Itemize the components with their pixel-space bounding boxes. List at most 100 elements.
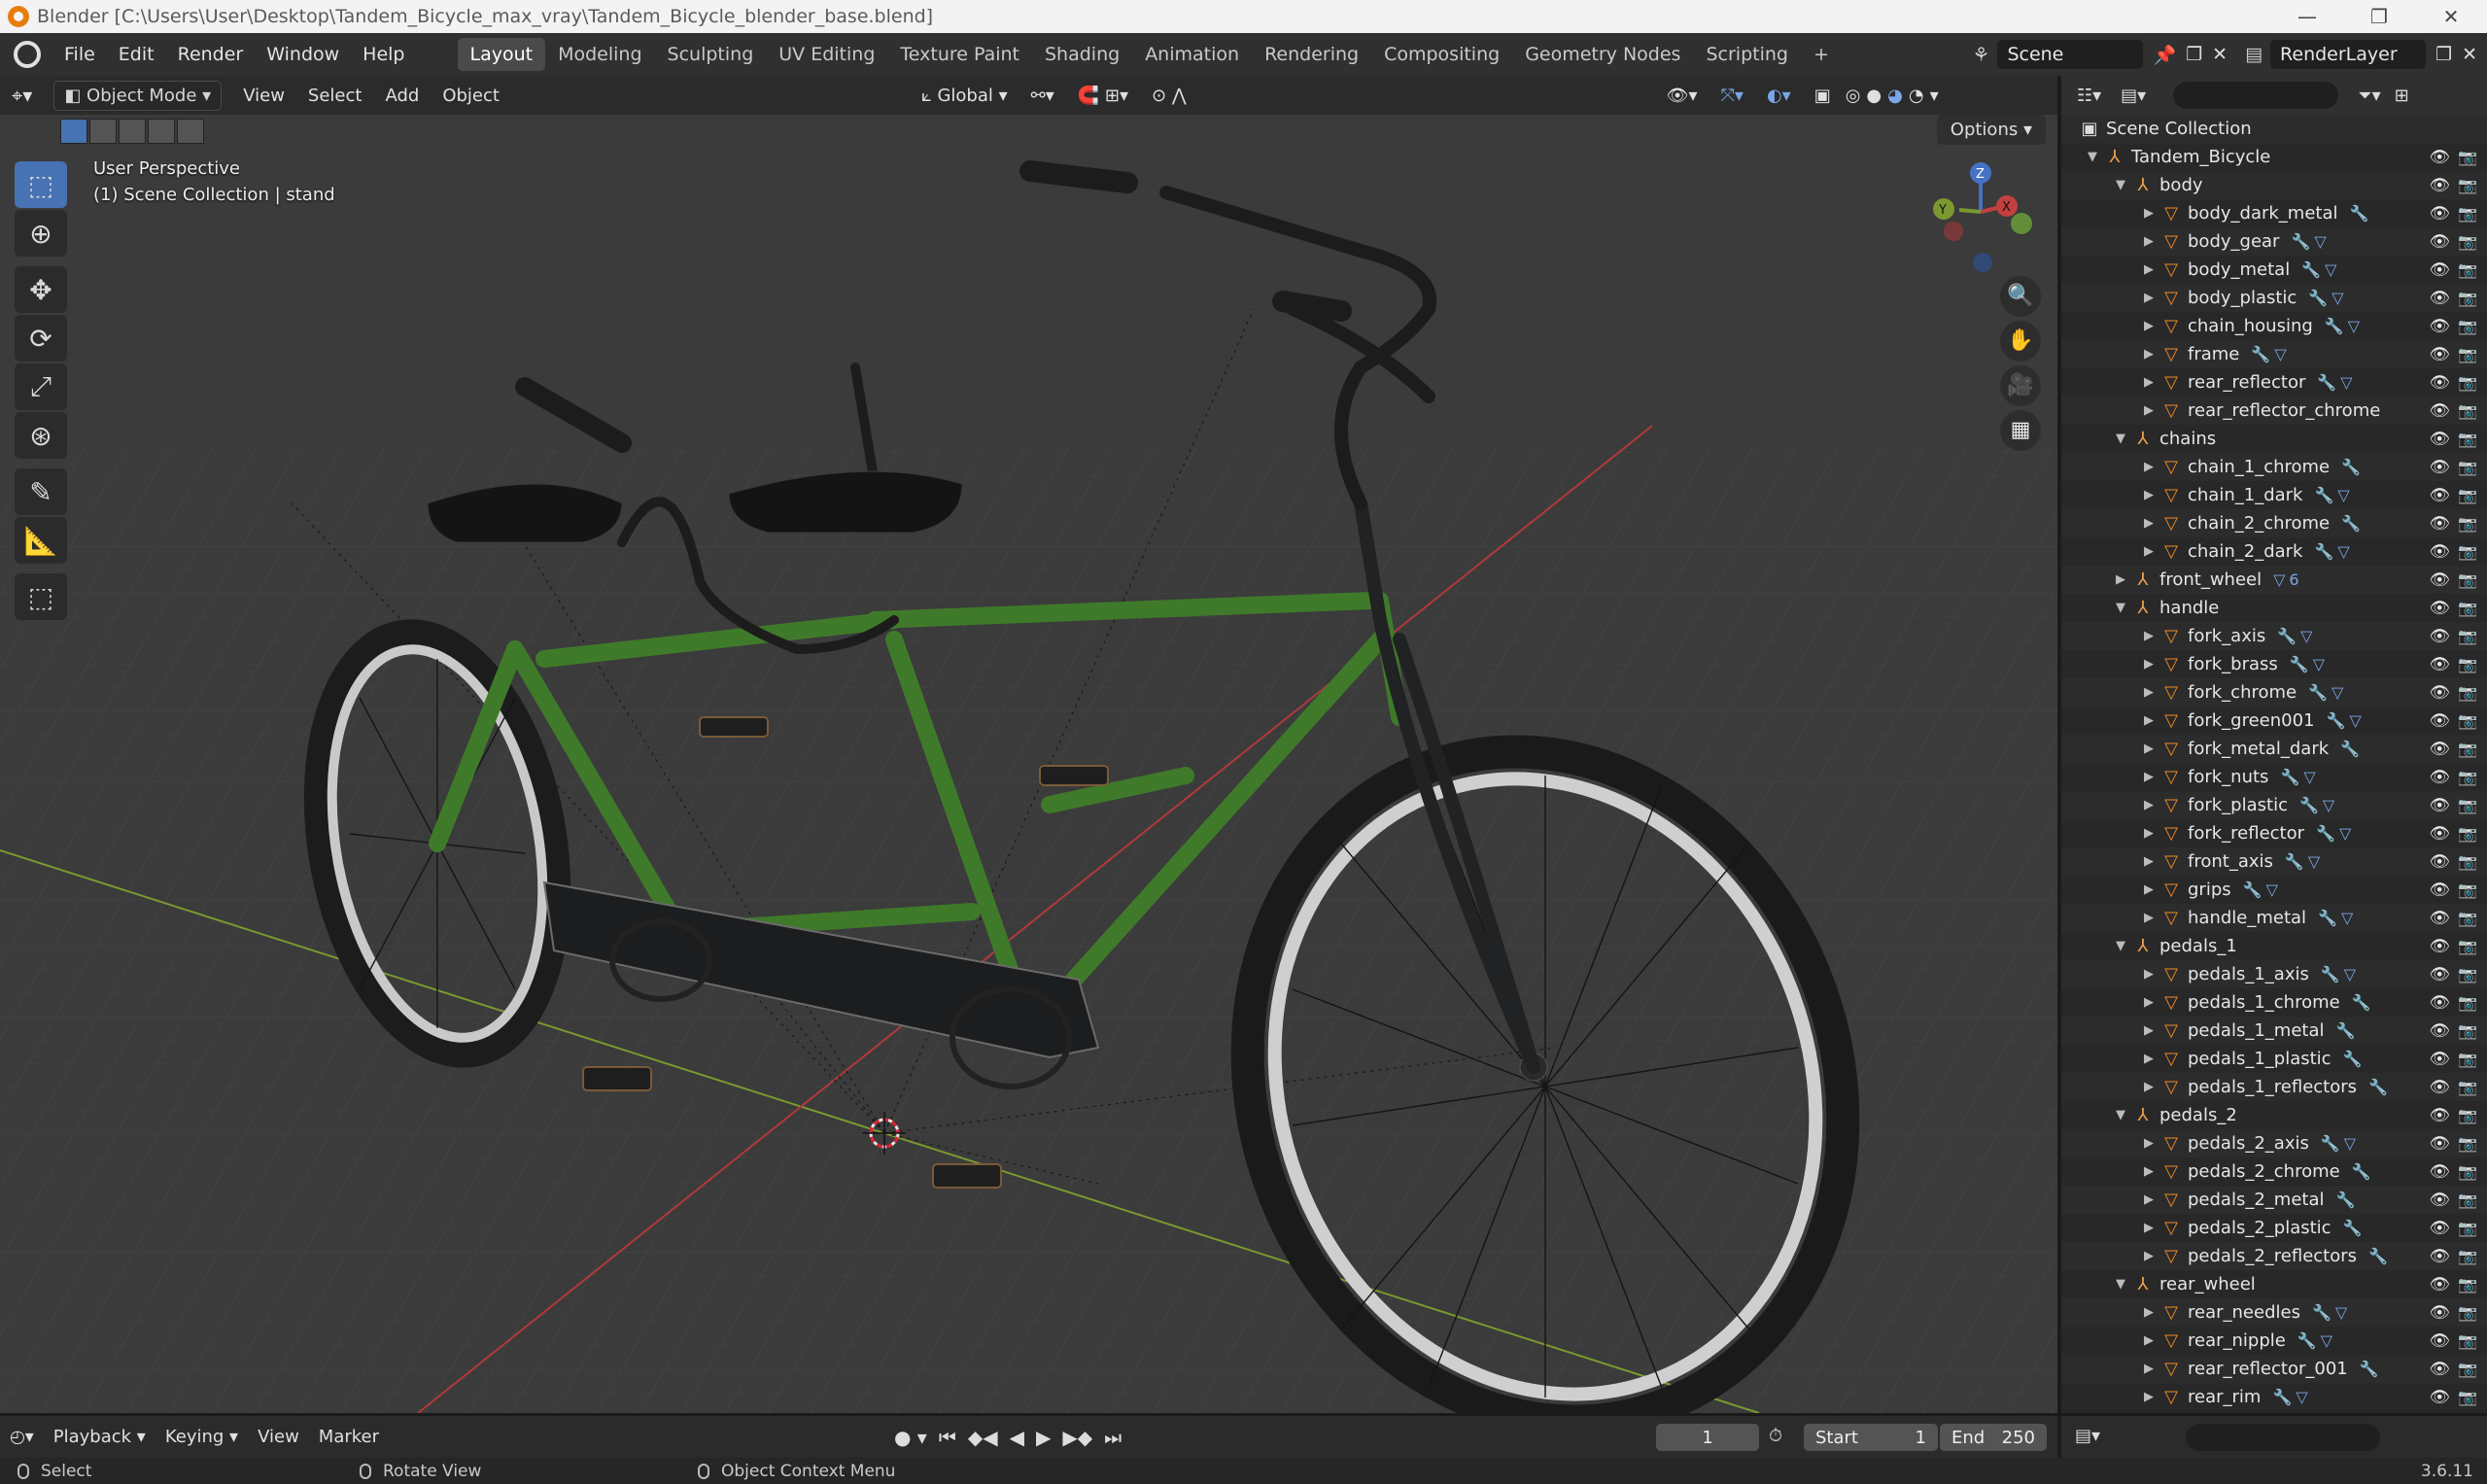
visibility-eye-icon[interactable]: 👁 bbox=[2429, 683, 2450, 703]
tab-animation[interactable]: Animation bbox=[1132, 38, 1252, 71]
render-camera-icon[interactable]: 📷 bbox=[2458, 232, 2477, 251]
render-camera-icon[interactable]: 📷 bbox=[2458, 993, 2477, 1012]
modifier-icons[interactable]: 🔧▽ bbox=[2318, 909, 2357, 927]
menu-add[interactable]: Add bbox=[373, 86, 431, 106]
render-camera-icon[interactable]: 📷 bbox=[2458, 514, 2477, 533]
visibility-eye-icon[interactable]: 👁 bbox=[2429, 937, 2450, 956]
pan-hand-icon[interactable]: ✋ bbox=[2000, 321, 2041, 362]
visibility-eye-icon[interactable]: 👁 bbox=[2429, 1275, 2450, 1294]
visibility-eye-icon[interactable]: 👁 bbox=[2429, 176, 2450, 195]
tab-scripting[interactable]: Scripting bbox=[1693, 38, 1801, 71]
visibility-eye-icon[interactable]: 👁 bbox=[2429, 740, 2450, 759]
visibility-eye-icon[interactable]: 👁 bbox=[2429, 204, 2450, 224]
zoom-icon[interactable]: 🔍 bbox=[2000, 276, 2041, 317]
modifier-icons[interactable]: 🔧 bbox=[2368, 1247, 2392, 1265]
outliner-row[interactable]: ▶ ▽ rear_reflector_001 🔧 👁 📷 bbox=[2061, 1355, 2487, 1383]
visibility-eye-icon[interactable]: 👁 bbox=[2429, 345, 2450, 364]
render-camera-icon[interactable]: 📷 bbox=[2458, 599, 2477, 617]
tab-compositing[interactable]: Compositing bbox=[1371, 38, 1512, 71]
modifier-icons[interactable]: 🔧 bbox=[2343, 1219, 2366, 1237]
visibility-eye-icon[interactable]: 👁 bbox=[2429, 430, 2450, 449]
modifier-icons[interactable]: 🔧 bbox=[2341, 514, 2365, 533]
modifier-icons[interactable]: 🔧 bbox=[2335, 1191, 2359, 1209]
modifier-icons[interactable]: 🔧▽ bbox=[2290, 655, 2329, 673]
expand-toggle-icon[interactable]: ▶ bbox=[2141, 375, 2157, 390]
expand-toggle-icon[interactable]: ▶ bbox=[2141, 1080, 2157, 1094]
modifier-icons[interactable]: 🔧▽ bbox=[2285, 852, 2324, 871]
proportional-edit-icon[interactable]: ⊙ ⋀ bbox=[1140, 86, 1198, 106]
transform-orientation-dropdown[interactable]: ⟀ Global ▾ bbox=[910, 86, 1019, 106]
expand-toggle-icon[interactable]: ▼ bbox=[2113, 601, 2128, 615]
expand-toggle-icon[interactable]: ▶ bbox=[2141, 460, 2157, 474]
render-camera-icon[interactable]: 📷 bbox=[2458, 1078, 2477, 1096]
render-camera-icon[interactable]: 📷 bbox=[2458, 768, 2477, 786]
shading-options-icon[interactable]: ▾ bbox=[1927, 86, 1942, 106]
properties-editor-icon[interactable]: ▤▾ bbox=[2075, 1426, 2100, 1446]
current-frame-field[interactable]: 1 bbox=[1656, 1424, 1759, 1451]
render-camera-icon[interactable]: 📷 bbox=[2458, 1050, 2477, 1068]
outliner-row[interactable]: ▶ ▽ pedals_1_chrome 🔧 👁 📷 bbox=[2061, 988, 2487, 1017]
render-camera-icon[interactable]: 📷 bbox=[2458, 458, 2477, 476]
outliner-row[interactable]: ▶ ▽ chain_2_dark 🔧▽ 👁 📷 bbox=[2061, 537, 2487, 566]
expand-toggle-icon[interactable]: ▶ bbox=[2141, 1023, 2157, 1038]
render-camera-icon[interactable]: 📷 bbox=[2458, 1360, 2477, 1378]
modifier-icons[interactable]: 🔧 bbox=[2341, 458, 2365, 476]
outliner-row[interactable]: ▶ ▽ chain_2_chrome 🔧 👁 📷 bbox=[2061, 509, 2487, 537]
delete-view-layer-icon[interactable]: ✕ bbox=[2462, 44, 2477, 65]
modifier-icons[interactable]: 🔧▽ bbox=[2316, 824, 2355, 843]
outliner-row[interactable]: ▶ ▽ pedals_1_metal 🔧 👁 📷 bbox=[2061, 1017, 2487, 1045]
render-camera-icon[interactable]: 📷 bbox=[2458, 570, 2477, 589]
select-box-tool-icon[interactable]: ⬚ bbox=[15, 161, 67, 208]
render-camera-icon[interactable]: 📷 bbox=[2458, 627, 2477, 645]
scene-icon[interactable]: ⚘ bbox=[1973, 43, 1990, 66]
select-subtract-icon[interactable] bbox=[119, 119, 146, 144]
modifier-icons[interactable]: 🔧▽ bbox=[2291, 232, 2330, 251]
modifier-icons[interactable]: 🔧▽ bbox=[2251, 345, 2290, 363]
outliner-row[interactable]: ▶ ▽ pedals_2_chrome 🔧 👁 📷 bbox=[2061, 1157, 2487, 1186]
tab-texture-paint[interactable]: Texture Paint bbox=[887, 38, 1032, 71]
render-camera-icon[interactable]: 📷 bbox=[2458, 430, 2477, 448]
visibility-icon[interactable]: 👁▾ bbox=[1655, 86, 1710, 106]
expand-toggle-icon[interactable]: ▶ bbox=[2141, 1249, 2157, 1263]
outliner-row[interactable]: ▶ ▽ fork_brass 🔧▽ 👁 📷 bbox=[2061, 650, 2487, 678]
modifier-icons[interactable]: 🔧 bbox=[2343, 1050, 2366, 1068]
outliner-row[interactable]: ▶ ▽ pedals_2_metal 🔧 👁 📷 bbox=[2061, 1186, 2487, 1214]
expand-toggle-icon[interactable]: ▶ bbox=[2141, 995, 2157, 1010]
visibility-eye-icon[interactable]: 👁 bbox=[2429, 1050, 2450, 1069]
render-camera-icon[interactable]: 📷 bbox=[2458, 1331, 2477, 1350]
outliner-row[interactable]: ▶ ▽ pedals_2_reflectors 🔧 👁 📷 bbox=[2061, 1242, 2487, 1270]
maximize-button[interactable]: ❐ bbox=[2343, 0, 2415, 33]
modifier-icons[interactable]: ▽6 bbox=[2273, 570, 2302, 589]
modifier-icons[interactable]: 🔧 bbox=[2352, 1162, 2375, 1181]
expand-toggle-icon[interactable]: ▶ bbox=[2141, 347, 2157, 362]
outliner-row[interactable]: ▶ ▽ rear_nipple 🔧▽ 👁 📷 bbox=[2061, 1327, 2487, 1355]
tab-sculpting[interactable]: Sculpting bbox=[655, 38, 767, 71]
render-camera-icon[interactable]: 📷 bbox=[2458, 401, 2477, 420]
select-intersect-icon[interactable] bbox=[177, 119, 204, 144]
cursor-tool-icon[interactable]: ⊕ bbox=[15, 210, 67, 257]
viewport-scene[interactable]: Z X Y bbox=[0, 76, 2057, 1413]
menu-view[interactable]: View bbox=[231, 86, 296, 106]
outliner-row[interactable]: ▼ ⅄ handle 👁 📷 bbox=[2061, 594, 2487, 622]
expand-toggle-icon[interactable]: ▶ bbox=[2141, 319, 2157, 333]
menu-select[interactable]: Select bbox=[296, 86, 374, 106]
modifier-icons[interactable]: 🔧 bbox=[2360, 1360, 2383, 1378]
pin-icon[interactable]: 📌 bbox=[2153, 44, 2176, 66]
expand-toggle-icon[interactable]: ▶ bbox=[2141, 1221, 2157, 1235]
expand-toggle-icon[interactable]: ▶ bbox=[2141, 713, 2157, 728]
tab-layout[interactable]: Layout bbox=[457, 38, 546, 71]
visibility-eye-icon[interactable]: 👁 bbox=[2429, 1303, 2450, 1323]
outliner-row[interactable]: ▶ ▽ fork_chrome 🔧▽ 👁 📷 bbox=[2061, 678, 2487, 707]
visibility-eye-icon[interactable]: 👁 bbox=[2429, 1331, 2450, 1351]
tab-geometry-nodes[interactable]: Geometry Nodes bbox=[1512, 38, 1693, 71]
render-camera-icon[interactable]: 📷 bbox=[2458, 965, 2477, 984]
visibility-eye-icon[interactable]: 👁 bbox=[2429, 1134, 2450, 1154]
expand-toggle-icon[interactable]: ▶ bbox=[2141, 234, 2157, 249]
expand-toggle-icon[interactable]: ▶ bbox=[2141, 1164, 2157, 1179]
outliner-row[interactable]: ▶ ⅄ front_wheel ▽6 👁 📷 bbox=[2061, 566, 2487, 594]
outliner-row[interactable]: ▶ ▽ rear_rim 🔧▽ 👁 📷 bbox=[2061, 1383, 2487, 1411]
visibility-eye-icon[interactable]: 👁 bbox=[2429, 796, 2450, 815]
render-camera-icon[interactable]: 📷 bbox=[2458, 345, 2477, 363]
outliner-row[interactable]: ▶ ▽ chain_1_chrome 🔧 👁 📷 bbox=[2061, 453, 2487, 481]
expand-toggle-icon[interactable]: ▶ bbox=[2141, 1305, 2157, 1320]
